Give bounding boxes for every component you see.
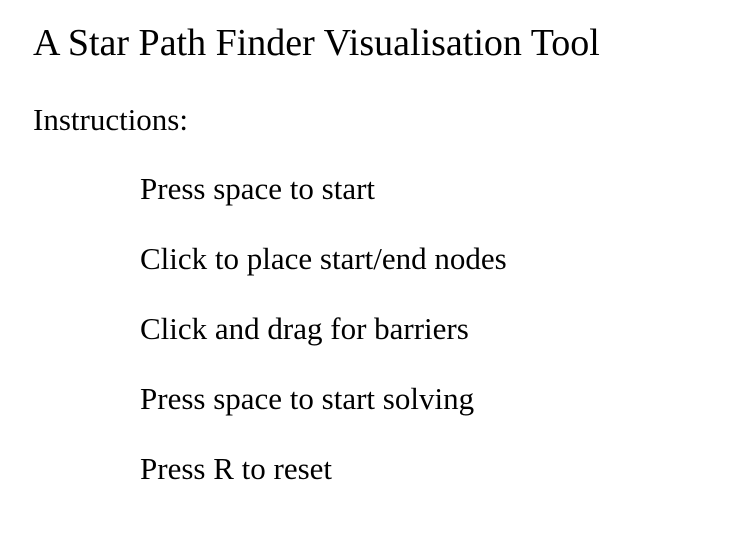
instruction-solve: Press space to start solving bbox=[140, 381, 475, 416]
page-title: A Star Path Finder Visualisation Tool bbox=[33, 22, 600, 64]
instruction-barriers: Click and drag for barriers bbox=[140, 311, 469, 346]
instruction-place-nodes: Click to place start/end nodes bbox=[140, 241, 507, 276]
instructions-heading: Instructions: bbox=[33, 102, 188, 137]
instruction-list: Press space to start Click to place star… bbox=[140, 170, 507, 520]
instruction-start: Press space to start bbox=[140, 171, 376, 206]
instruction-reset: Press R to reset bbox=[140, 451, 333, 486]
